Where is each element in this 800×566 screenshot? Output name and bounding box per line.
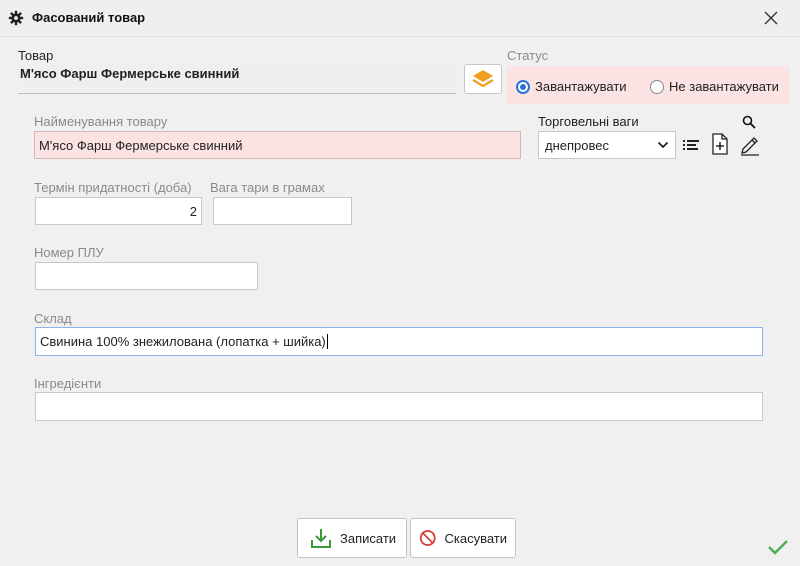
scales-edit-button[interactable] <box>738 133 762 157</box>
composition-input[interactable]: Свинина 100% знежилована (лопатка + шийк… <box>35 327 763 356</box>
shelf-life-input[interactable]: 2 <box>35 197 202 225</box>
product-label: Товар <box>18 48 54 63</box>
composition-value: Свинина 100% знежилована (лопатка + шийк… <box>40 334 326 349</box>
radio-unselected-icon <box>650 79 664 94</box>
plu-input[interactable] <box>35 262 258 290</box>
name-input[interactable]: М'ясо Фарш Фермерське свинний <box>34 131 521 159</box>
chevron-down-icon <box>657 141 669 149</box>
scales-list-button[interactable] <box>681 137 701 153</box>
close-button[interactable] <box>758 6 784 30</box>
download-icon <box>311 529 331 548</box>
layers-icon <box>472 70 494 88</box>
product-field[interactable]: М'ясо Фарш Фермерське свинний <box>18 64 456 94</box>
status-option-label: Не завантажувати <box>669 79 779 94</box>
title-bar: Фасований товар <box>0 0 800 37</box>
cancel-button[interactable]: Скасувати <box>410 518 516 558</box>
save-button[interactable]: Записати <box>297 518 407 558</box>
plu-label: Номер ПЛУ <box>34 245 104 260</box>
scales-select[interactable]: днепровес <box>538 131 676 159</box>
checkmark-icon <box>768 540 788 555</box>
radio-selected-icon <box>516 79 530 94</box>
cancel-icon <box>419 530 436 546</box>
gear-icon <box>8 10 24 26</box>
product-value: М'ясо Фарш Фермерське свинний <box>20 66 240 81</box>
window-title: Фасований товар <box>32 10 146 25</box>
tare-weight-input[interactable] <box>213 197 352 225</box>
text-caret <box>326 334 328 349</box>
list-icon <box>683 140 699 150</box>
status-radio-no-load[interactable]: Не завантажувати <box>650 79 779 94</box>
scales-label: Торговельні ваги <box>538 114 639 129</box>
scales-search-button[interactable] <box>740 113 758 131</box>
add-file-icon <box>712 133 728 155</box>
status-label: Статус <box>507 48 549 63</box>
save-button-label: Записати <box>340 530 397 546</box>
scales-value: днепровес <box>545 137 609 153</box>
composition-label: Склад <box>34 311 72 326</box>
ingredients-input[interactable] <box>35 392 763 421</box>
product-select-button[interactable] <box>464 64 502 94</box>
ok-button[interactable] <box>766 537 790 557</box>
edit-icon <box>741 137 759 156</box>
close-icon <box>764 11 778 25</box>
shelf-life-value: 2 <box>189 203 197 219</box>
shelf-life-label: Термін придатності (доба) <box>34 180 192 195</box>
tare-weight-label: Вага тари в грамах <box>210 180 325 195</box>
name-label: Найменування товару <box>34 114 168 129</box>
search-icon <box>742 115 756 129</box>
scales-add-button[interactable] <box>709 131 731 157</box>
cancel-button-label: Скасувати <box>444 530 507 546</box>
status-group: Завантажувати Не завантажувати <box>507 66 789 104</box>
name-value: М'ясо Фарш Фермерське свинний <box>39 137 243 153</box>
status-radio-load[interactable]: Завантажувати <box>516 79 627 94</box>
ingredients-label: Інгредієнти <box>34 376 102 391</box>
status-option-label: Завантажувати <box>535 79 627 94</box>
